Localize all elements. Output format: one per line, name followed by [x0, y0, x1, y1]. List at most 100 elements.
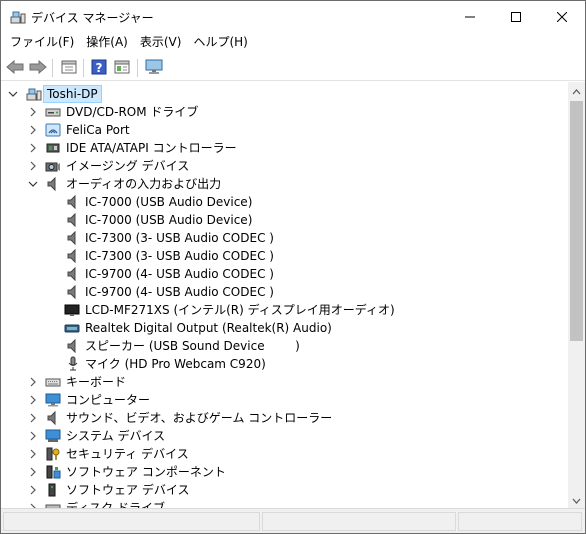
tree-category[interactable]: DVD/CD-ROM ドライブ: [1, 103, 568, 121]
speaker-icon: [65, 284, 81, 300]
collapse-chevron-icon[interactable]: [8, 88, 18, 100]
computer-icon: [45, 392, 61, 408]
toolbar-separator: [52, 59, 53, 77]
tree-category[interactable]: イメージング デバイス: [1, 157, 568, 175]
forward-button[interactable]: [27, 57, 49, 79]
computer-root-icon: [26, 86, 42, 102]
tree-category[interactable]: IDE ATA/ATAPI コントローラー: [1, 139, 568, 157]
status-pane: [458, 512, 582, 531]
tree-device[interactable]: スピーカー (USB Sound Device ): [1, 337, 568, 355]
device-label: マイク (HD Pro Webcam C920): [85, 357, 266, 371]
back-button[interactable]: [4, 57, 26, 79]
tree-category[interactable]: システム デバイス: [1, 427, 568, 445]
device-label: LCD-MF271XS (インテル(R) ディスプレイ用オーディオ): [85, 303, 395, 317]
device-label: IC-9700 (4- USB Audio CODEC ): [85, 285, 274, 299]
vertical-scrollbar[interactable]: [568, 82, 585, 508]
properties-button[interactable]: [58, 57, 80, 79]
disk-drive-icon: [45, 500, 61, 508]
tree-category[interactable]: セキュリティ デバイス: [1, 445, 568, 463]
category-label: セキュリティ デバイス: [66, 447, 189, 461]
minimize-button[interactable]: [447, 1, 493, 32]
help-button[interactable]: ?: [88, 57, 110, 79]
category-label: IDE ATA/ATAPI コントローラー: [66, 141, 237, 155]
tree-device[interactable]: IC-9700 (4- USB Audio CODEC ): [1, 283, 568, 301]
speaker-icon: [65, 248, 81, 264]
tree-device[interactable]: IC-7000 (USB Audio Device): [1, 193, 568, 211]
expand-chevron-icon[interactable]: [28, 430, 38, 442]
scroll-up-button[interactable]: [568, 82, 585, 99]
tree-device[interactable]: マイク (HD Pro Webcam C920): [1, 355, 568, 373]
expand-chevron-icon[interactable]: [28, 124, 38, 136]
maximize-button[interactable]: [493, 1, 539, 32]
tree-device[interactable]: IC-7000 (USB Audio Device): [1, 211, 568, 229]
expand-chevron-icon[interactable]: [28, 484, 38, 496]
menu-action[interactable]: 操作(A): [80, 32, 134, 53]
status-bar: [1, 508, 585, 533]
root-label: Toshi-DP: [43, 85, 102, 103]
system-device-icon: [45, 428, 61, 444]
tree-root-node[interactable]: Toshi-DP: [1, 85, 568, 103]
monitor-icon: [145, 59, 163, 78]
toolbar-separator: [137, 59, 138, 77]
toolbar: ?: [1, 54, 585, 81]
expand-chevron-icon[interactable]: [28, 466, 38, 478]
tree-device[interactable]: LCD-MF271XS (インテル(R) ディスプレイ用オーディオ): [1, 301, 568, 319]
category-label: ソフトウェア デバイス: [66, 483, 190, 497]
tree-category[interactable]: キーボード: [1, 373, 568, 391]
category-label: オーディオの入力および出力: [66, 177, 222, 191]
view-pane-icon: [114, 59, 130, 78]
category-label: FeliCa Port: [66, 123, 130, 137]
category-label: コンピューター: [66, 393, 151, 407]
tree-category[interactable]: ソフトウェア デバイス: [1, 481, 568, 499]
chevron-down-icon: [572, 493, 581, 507]
expand-chevron-icon[interactable]: [28, 412, 38, 424]
tree-category[interactable]: サウンド、ビデオ、およびゲーム コントローラー: [1, 409, 568, 427]
dvd-drive-icon: [45, 104, 61, 120]
menu-file[interactable]: ファイル(F): [1, 32, 80, 53]
category-label: イメージング デバイス: [66, 159, 190, 173]
expand-chevron-icon[interactable]: [28, 160, 38, 172]
category-label: DVD/CD-ROM ドライブ: [66, 105, 199, 119]
expand-chevron-icon[interactable]: [28, 448, 38, 460]
chevron-up-icon: [572, 84, 581, 98]
tree-device[interactable]: IC-9700 (4- USB Audio CODEC ): [1, 265, 568, 283]
software-device-icon: [45, 482, 61, 498]
menu-view[interactable]: 表示(V): [134, 32, 188, 53]
close-button[interactable]: [539, 1, 585, 32]
expand-chevron-icon[interactable]: [28, 106, 38, 118]
menu-bar: ファイル(F) 操作(A) 表示(V) ヘルプ(H): [1, 32, 585, 53]
category-label: キーボード: [66, 375, 127, 389]
tree-category[interactable]: コンピューター: [1, 391, 568, 409]
tree-device[interactable]: Realtek Digital Output (Realtek(R) Audio…: [1, 319, 568, 337]
speaker-icon: [65, 266, 81, 282]
view-pane-button[interactable]: [111, 57, 133, 79]
category-label: システム デバイス: [66, 429, 166, 443]
expand-chevron-icon[interactable]: [28, 142, 38, 154]
ide-controller-icon: [45, 140, 61, 156]
tree-device[interactable]: IC-7300 (3- USB Audio CODEC ): [1, 229, 568, 247]
scan-hardware-button[interactable]: [143, 57, 165, 79]
tree-category[interactable]: オーディオの入力および出力: [1, 175, 568, 193]
keyboard-icon: [45, 374, 61, 390]
device-label: IC-7300 (3- USB Audio CODEC ): [85, 249, 274, 263]
scrollbar-thumb[interactable]: [570, 101, 583, 341]
title-bar: デバイス マネージャー: [1, 1, 585, 32]
tree-device[interactable]: IC-7300 (3- USB Audio CODEC ): [1, 247, 568, 265]
speaker-icon: [65, 338, 81, 354]
digital-output-icon: [64, 320, 80, 336]
device-tree: Toshi-DP DVD/CD-ROM ドライブ FeliCa Port IDE…: [1, 82, 568, 508]
device-label: IC-7000 (USB Audio Device): [85, 195, 253, 209]
collapse-chevron-icon[interactable]: [28, 178, 38, 190]
expand-chevron-icon[interactable]: [28, 376, 38, 388]
tree-category[interactable]: ディスク ドライブ: [1, 499, 568, 508]
tree-category[interactable]: ソフトウェア コンポーネント: [1, 463, 568, 481]
expand-chevron-icon[interactable]: [28, 394, 38, 406]
tree-category[interactable]: FeliCa Port: [1, 121, 568, 139]
menu-help[interactable]: ヘルプ(H): [187, 32, 253, 53]
speaker-icon: [45, 176, 61, 192]
scroll-down-button[interactable]: [568, 491, 585, 508]
device-manager-app-icon: [10, 9, 26, 25]
speaker-icon: [65, 230, 81, 246]
properties-icon: [61, 59, 77, 78]
microphone-icon: [65, 356, 81, 372]
